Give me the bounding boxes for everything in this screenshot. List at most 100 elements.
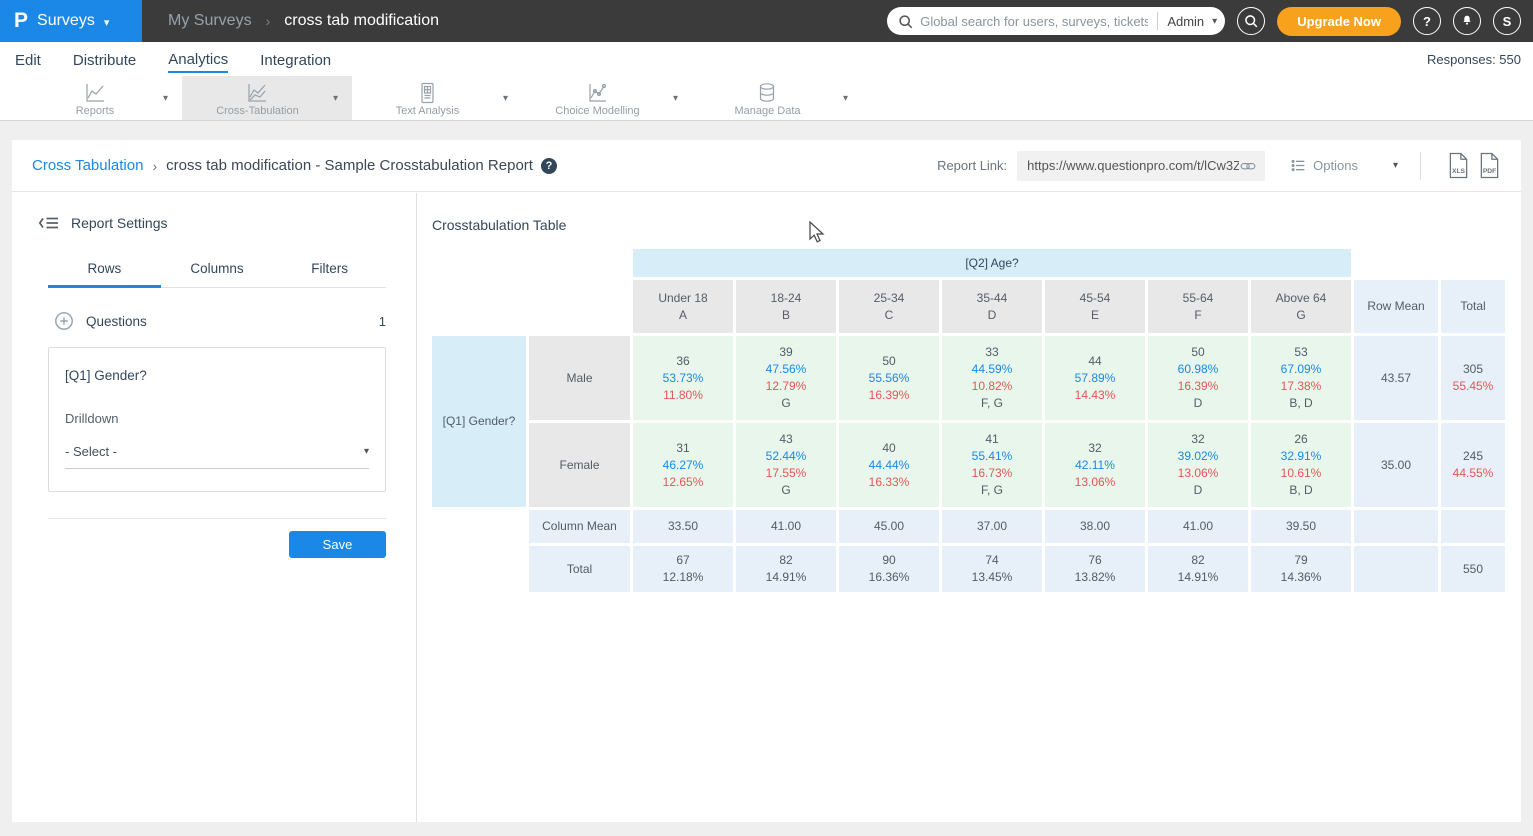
user-avatar[interactable]: S: [1493, 7, 1521, 35]
options-list-icon: [1291, 158, 1306, 173]
data-cell-male-c: 5055.56%16.39%: [839, 336, 939, 420]
column-mean-empty: [1441, 510, 1505, 543]
tab-filters[interactable]: Filters: [273, 253, 386, 287]
manage-data-database-icon: [755, 82, 779, 104]
grand-total: 550: [1441, 546, 1505, 592]
content-card: Cross Tabulation › cross tab modificatio…: [12, 140, 1521, 822]
responses-count[interactable]: Responses: 550: [1427, 52, 1521, 67]
link-icon[interactable]: [1239, 158, 1257, 174]
xls-file-icon: XLS: [1447, 152, 1470, 179]
report-breadcrumb-separator: ›: [152, 158, 157, 174]
nav-edit[interactable]: Edit: [15, 46, 41, 72]
questionpro-logo: P: [14, 9, 28, 33]
add-question-icon[interactable]: [54, 311, 74, 331]
data-cell-male-e: 4457.89%14.43%: [1045, 336, 1145, 420]
blank-cell: [432, 280, 526, 333]
pdf-file-icon: PDF: [1478, 152, 1501, 179]
drilldown-select[interactable]: - Select - ▾: [65, 444, 369, 469]
notifications-button[interactable]: [1453, 7, 1481, 35]
toolbar-reports-label: Reports: [76, 105, 115, 117]
manage-data-caret-icon[interactable]: ▾: [843, 93, 862, 104]
blank-cell: [432, 510, 526, 543]
bell-icon: [1460, 14, 1474, 28]
options-caret-icon: ▾: [1393, 160, 1398, 171]
search-scope-label[interactable]: Admin: [1167, 14, 1204, 29]
report-link-label: Report Link:: [937, 158, 1007, 173]
column-mean-c: 45.00: [839, 510, 939, 543]
toolbar-choice-modelling[interactable]: Choice Modelling ▾: [522, 76, 692, 120]
search-input[interactable]: [920, 14, 1148, 29]
column-mean-a: 33.50: [633, 510, 733, 543]
settings-panel-title: Report Settings: [71, 215, 168, 231]
total-f: 8214.91%: [1148, 546, 1248, 592]
product-switcher[interactable]: P Surveys ▾: [0, 0, 142, 42]
product-caret-icon: ▾: [104, 16, 110, 29]
save-button[interactable]: Save: [289, 531, 386, 558]
product-name: Surveys: [37, 12, 95, 30]
toolbar-reports[interactable]: Reports ▾: [27, 76, 182, 120]
nav-integration[interactable]: Integration: [260, 46, 331, 72]
row-group-header: [Q1] Gender?: [432, 336, 526, 507]
choice-modelling-caret-icon[interactable]: ▾: [673, 93, 692, 104]
data-cell-male-f: 5060.98%16.39%D: [1148, 336, 1248, 420]
total-female: 24544.55%: [1441, 423, 1505, 507]
toolbar-cross-tabulation[interactable]: Cross-Tabulation ▾: [182, 76, 352, 120]
settings-tabs: Rows Columns Filters: [48, 253, 386, 288]
export-xls-button[interactable]: XLS: [1447, 152, 1470, 179]
breadcrumb-survey-name: cross tab modification: [284, 12, 439, 30]
upgrade-now-button[interactable]: Upgrade Now: [1277, 7, 1401, 36]
topbar-breadcrumb: My Surveys › cross tab modification: [142, 0, 887, 42]
total-d: 7413.45%: [942, 546, 1042, 592]
options-menu[interactable]: Options ▾: [1291, 158, 1398, 173]
reports-chart-icon: [83, 82, 107, 104]
data-cell-female-e: 3242.11%13.06%: [1045, 423, 1145, 507]
report-help-icon[interactable]: ?: [541, 158, 557, 174]
data-cell-male-a: 3653.73%11.80%: [633, 336, 733, 420]
nav-distribute[interactable]: Distribute: [73, 46, 136, 72]
svg-text:XLS: XLS: [1452, 168, 1466, 175]
cross-tabulation-chart-icon: [245, 82, 269, 104]
total-a: 6712.18%: [633, 546, 733, 592]
blank-cell: [1354, 249, 1438, 277]
toolbar-manage-data-label: Manage Data: [734, 105, 800, 117]
data-cell-female-c: 4044.44%16.33%: [839, 423, 939, 507]
breadcrumb-my-surveys[interactable]: My Surveys: [168, 12, 252, 30]
text-analysis-caret-icon[interactable]: ▾: [503, 93, 522, 104]
crosstab-area: Crosstabulation Table [Q2] Age? Under 18…: [417, 193, 1521, 822]
survey-nav: Edit Distribute Analytics Integration Re…: [0, 42, 1533, 76]
crosstab-table: [Q2] Age? Under 18A 18-24B 25-34C 35-44D…: [432, 249, 1505, 592]
total-b: 8214.91%: [736, 546, 836, 592]
data-cell-female-g: 2632.91%10.61%B, D: [1251, 423, 1351, 507]
help-button[interactable]: ?: [1413, 7, 1441, 35]
toolbar-manage-data[interactable]: Manage Data ▾: [692, 76, 862, 120]
export-pdf-button[interactable]: PDF: [1478, 152, 1501, 179]
report-title: cross tab modification - Sample Crosstab…: [166, 157, 533, 174]
toolbar-text-analysis[interactable]: Text Analysis ▾: [352, 76, 522, 120]
search-scope-caret-icon[interactable]: ▾: [1212, 16, 1217, 27]
blank-cell: [432, 546, 526, 592]
total-c: 9016.36%: [839, 546, 939, 592]
questions-count-badge: 1: [379, 314, 386, 329]
nav-analytics[interactable]: Analytics: [168, 45, 228, 73]
crosstab-title: Crosstabulation Table: [432, 217, 1521, 233]
col-header-35-44: 35-44D: [942, 280, 1042, 333]
global-search[interactable]: Admin ▾: [887, 7, 1225, 35]
questions-row: Questions 1: [54, 311, 386, 331]
tab-columns[interactable]: Columns: [161, 253, 274, 287]
report-link-input[interactable]: [1027, 158, 1239, 173]
collapse-panel-icon[interactable]: [38, 215, 60, 231]
blank-cell: [432, 249, 630, 277]
blank-cell: [529, 280, 630, 333]
report-link-field[interactable]: [1017, 151, 1265, 181]
tab-rows[interactable]: Rows: [48, 253, 161, 288]
drilldown-caret-icon: ▾: [364, 446, 369, 457]
col-header-above-64: Above 64G: [1251, 280, 1351, 333]
blank-cell: [1441, 249, 1505, 277]
data-cell-female-f: 3239.02%13.06%D: [1148, 423, 1248, 507]
search-divider: [1157, 12, 1158, 30]
cross-tabulation-link[interactable]: Cross Tabulation: [32, 157, 143, 174]
cross-tabulation-caret-icon[interactable]: ▾: [333, 93, 352, 104]
row-mean-male: 43.57: [1354, 336, 1438, 420]
search-button[interactable]: [1237, 7, 1265, 35]
reports-caret-icon[interactable]: ▾: [163, 93, 182, 104]
